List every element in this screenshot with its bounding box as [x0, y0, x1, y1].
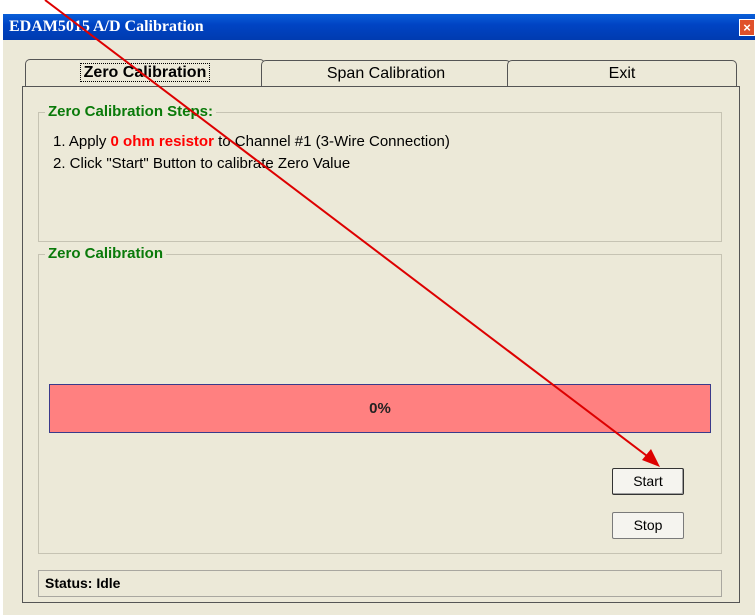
- annotation-arrow-head: [642, 449, 660, 467]
- annotation-arrow-line: [44, 0, 652, 460]
- annotation-arrow: [44, 0, 660, 467]
